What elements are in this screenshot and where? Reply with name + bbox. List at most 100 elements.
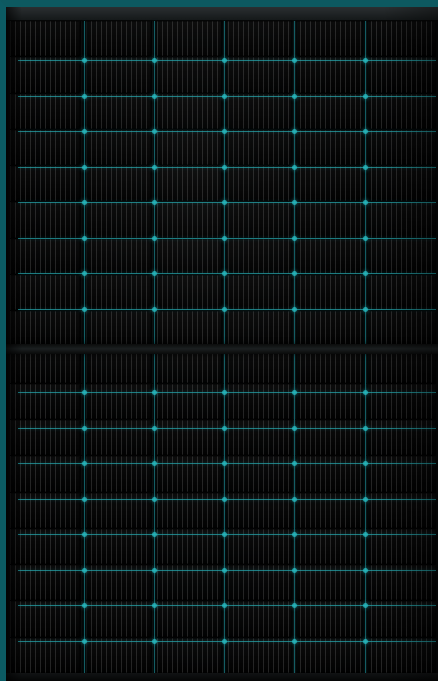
solar-cell	[223, 129, 294, 166]
busbar-junction	[292, 426, 297, 431]
solar-cell	[294, 57, 365, 93]
busbar-junction	[363, 603, 368, 608]
solar-cell	[81, 93, 152, 129]
solar-cell	[152, 57, 223, 93]
busbar-junction	[292, 165, 297, 170]
busbar-junction	[82, 639, 87, 644]
solar-cell	[81, 311, 152, 347]
busbar-junction	[152, 532, 157, 537]
busbar-junction	[152, 58, 157, 63]
busbar-junction	[152, 271, 157, 276]
solar-cell	[294, 129, 365, 166]
busbar-junction	[222, 603, 227, 608]
busbar-junction	[292, 497, 297, 502]
busbar-junction	[292, 94, 297, 99]
solar-cell	[152, 492, 223, 528]
solar-cell	[294, 601, 365, 637]
solar-cell	[223, 311, 294, 347]
solar-cell	[294, 420, 365, 456]
busbar-junction	[222, 497, 227, 502]
busbar-junction	[152, 129, 157, 134]
horizontal-busbar	[18, 309, 436, 310]
busbar-junction	[222, 271, 227, 276]
busbar-junction	[292, 58, 297, 63]
solar-cell	[223, 492, 294, 528]
solar-cell	[294, 202, 365, 238]
busbar-junction	[292, 129, 297, 134]
busbar-junction	[292, 390, 297, 395]
solar-cell	[294, 21, 365, 57]
horizontal-busbar	[18, 273, 436, 274]
busbar-junction	[363, 307, 368, 312]
busbar-junction	[292, 639, 297, 644]
busbar-junction	[363, 58, 368, 63]
busbar-junction	[363, 426, 368, 431]
busbar-junction	[82, 390, 87, 395]
solar-cell	[152, 202, 223, 238]
solar-cell	[294, 492, 365, 528]
center-junction-bar	[6, 344, 438, 354]
solar-cell	[81, 383, 152, 420]
busbar-junction	[222, 461, 227, 466]
horizontal-busbar	[18, 238, 436, 239]
horizontal-busbar	[18, 131, 436, 132]
busbar-junction	[82, 236, 87, 241]
busbar-junction	[363, 568, 368, 573]
right-shadow	[383, 7, 438, 681]
solar-cell	[81, 166, 152, 202]
busbar-junction	[82, 461, 87, 466]
solar-cell	[152, 93, 223, 129]
busbar-junction	[292, 532, 297, 537]
solar-cell	[294, 93, 365, 129]
busbar-junction	[222, 426, 227, 431]
top-frame-strip	[6, 7, 438, 21]
solar-cell	[294, 637, 365, 673]
busbar-junction	[152, 639, 157, 644]
solar-cell	[223, 93, 294, 129]
bottom-frame-strip	[6, 673, 438, 681]
solar-cell	[223, 57, 294, 93]
horizontal-busbar	[18, 534, 436, 535]
solar-cell	[223, 238, 294, 274]
solar-cell	[81, 274, 152, 311]
solar-cell	[81, 492, 152, 528]
horizontal-busbar	[18, 570, 436, 571]
horizontal-busbar	[18, 499, 436, 500]
horizontal-busbar	[18, 167, 436, 168]
solar-cell	[152, 383, 223, 420]
busbar-junction	[82, 58, 87, 63]
solar-cell	[294, 456, 365, 492]
busbar-junction	[82, 307, 87, 312]
solar-cell	[152, 637, 223, 673]
busbar-junction	[292, 236, 297, 241]
busbar-junction	[222, 236, 227, 241]
busbar-junction	[363, 129, 368, 134]
solar-cell	[294, 383, 365, 420]
solar-cell	[81, 129, 152, 166]
horizontal-busbar	[18, 605, 436, 606]
horizontal-busbar	[18, 392, 436, 393]
busbar-junction	[82, 94, 87, 99]
busbar-junction	[152, 461, 157, 466]
horizontal-busbar	[18, 641, 436, 642]
solar-cell	[81, 202, 152, 238]
solar-cell	[294, 238, 365, 274]
busbar-junction	[363, 639, 368, 644]
busbar-junction	[363, 497, 368, 502]
solar-panel	[6, 7, 438, 681]
busbar-junction	[222, 94, 227, 99]
busbar-junction	[82, 165, 87, 170]
horizontal-busbar	[18, 428, 436, 429]
solar-cell	[294, 274, 365, 311]
busbar-junction	[152, 307, 157, 312]
busbar-junction	[82, 129, 87, 134]
horizontal-busbar	[18, 96, 436, 97]
solar-cell	[152, 129, 223, 166]
solar-cell	[152, 456, 223, 492]
busbar-junction	[222, 129, 227, 134]
busbar-junction	[152, 603, 157, 608]
busbar-junction	[222, 200, 227, 205]
busbar-junction	[152, 497, 157, 502]
busbar-junction	[82, 568, 87, 573]
busbar-junction	[222, 165, 227, 170]
